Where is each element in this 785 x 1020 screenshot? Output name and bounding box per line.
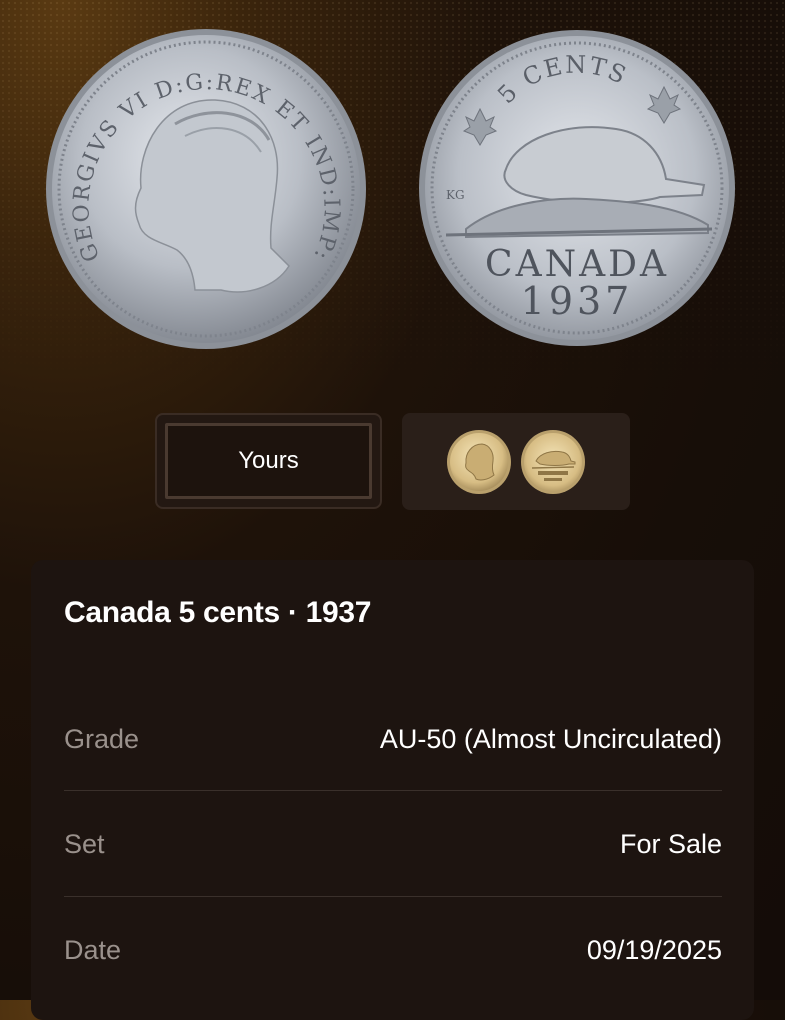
divider xyxy=(64,896,722,897)
coin-title: Canada 5 cents · 1937 xyxy=(64,596,372,629)
coin-reverse-image[interactable]: 5 CENTS KG CANADA 1937 xyxy=(416,29,738,347)
detail-value: For Sale xyxy=(619,828,722,859)
tab-yours[interactable]: Yours xyxy=(155,413,382,509)
image-source-tabs: Yours xyxy=(0,413,785,511)
coin-photo-area: GEORGIVS VI D:G:REX ET IND:IMP: 5 CENTS xyxy=(0,0,785,380)
detail-value: 09/19/2025 xyxy=(586,934,722,965)
detail-label: Set xyxy=(64,828,105,859)
reference-obverse-thumbnail-icon xyxy=(446,429,512,495)
tab-reference-images[interactable] xyxy=(402,413,630,510)
detail-row-set[interactable]: Set For Sale xyxy=(64,792,722,896)
reverse-year: 1937 xyxy=(521,279,634,323)
reference-reverse-thumbnail-icon xyxy=(520,429,586,495)
coin-obverse-image[interactable]: GEORGIVS VI D:G:REX ET IND:IMP: xyxy=(45,28,367,350)
detail-label: Grade xyxy=(64,723,140,754)
detail-row-grade[interactable]: Grade AU-50 (Almost Uncirculated) xyxy=(64,687,722,791)
coin-details-card: Canada 5 cents · 1937 Grade AU-50 (Almos… xyxy=(31,560,754,1020)
designer-initials: KG xyxy=(446,188,465,202)
detail-row-date[interactable]: Date 09/19/2025 xyxy=(64,898,722,1002)
divider xyxy=(64,790,722,791)
detail-label: Date xyxy=(64,934,122,965)
tab-yours-label: Yours xyxy=(165,423,372,499)
detail-value: AU-50 (Almost Uncirculated) xyxy=(379,723,722,754)
